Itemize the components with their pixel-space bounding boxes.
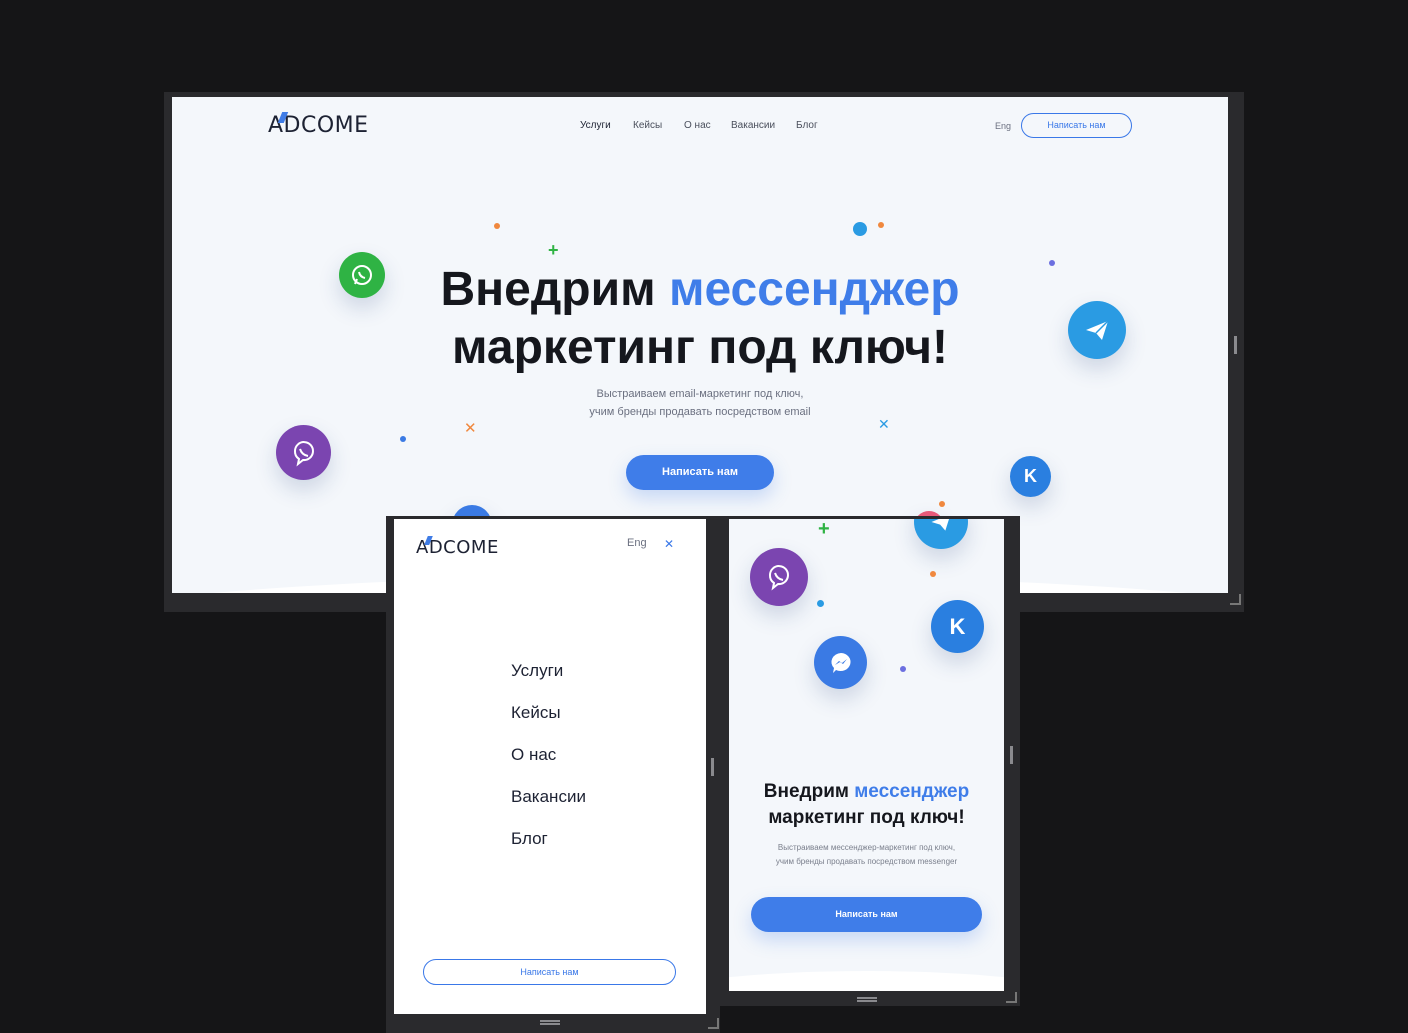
- decor-dot: [900, 666, 906, 672]
- decor-dot: [853, 222, 867, 236]
- mobile-menu-item-vacancies[interactable]: Вакансии: [511, 787, 586, 829]
- nav-item-blog[interactable]: Блог: [796, 120, 818, 131]
- mobile-hero-bottom-grip[interactable]: [857, 997, 877, 999]
- messenger-icon: [814, 636, 867, 689]
- mobile-hero-viewport: K + Внедрим мессенджер маркетинг под клю…: [729, 519, 1004, 991]
- mobile-hero-bottom-curve: [729, 971, 1004, 991]
- desktop-side-grip[interactable]: [1234, 336, 1237, 354]
- mobile-hero-title: Внедрим мессенджер маркетинг под ключ!: [763, 781, 970, 828]
- telegram-icon: [914, 519, 968, 549]
- hero-subtitle: Выстраиваем email-маркетинг под ключ, уч…: [589, 388, 811, 418]
- nav-item-services[interactable]: Услуги: [580, 120, 611, 131]
- mobile-hero-subtitle: Выстраиваем мессенджер-маркетинг под клю…: [775, 843, 958, 866]
- decor-cross: ✕: [878, 416, 890, 432]
- decor-dot: [1049, 260, 1055, 266]
- nav-item-about[interactable]: О нас: [684, 120, 711, 131]
- mobile-menu-contact-button[interactable]: Написать нам: [423, 959, 676, 985]
- mobile-menu-item-blog[interactable]: Блог: [511, 829, 586, 871]
- mobile-lang-switch[interactable]: Eng: [627, 537, 647, 549]
- nav-item-cases[interactable]: Кейсы: [633, 120, 662, 131]
- mobile-logo[interactable]: ADCOME: [416, 536, 499, 558]
- whatsapp-icon: [339, 252, 385, 298]
- desktop-resize-handle[interactable]: [1230, 594, 1241, 605]
- mobile-menu-list: Услуги Кейсы О нас Вакансии Блог: [511, 661, 586, 871]
- vk-icon: K: [931, 600, 984, 653]
- viber-icon: [276, 425, 331, 480]
- decor-cross: ✕: [464, 420, 477, 437]
- mobile-menu-bottom-grip[interactable]: [540, 1020, 560, 1022]
- mobile-hero-side-grip[interactable]: [1010, 746, 1013, 764]
- decor-plus: +: [548, 240, 559, 260]
- decor-dot: [930, 571, 936, 577]
- mobile-hero-contact-button[interactable]: Написать нам: [751, 897, 982, 932]
- mobile-menu-item-about[interactable]: О нас: [511, 745, 586, 787]
- vk-icon: K: [1010, 456, 1051, 497]
- hero-contact-button[interactable]: Написать нам: [626, 455, 774, 490]
- close-icon[interactable]: ✕: [664, 537, 674, 551]
- mobile-menu-side-grip[interactable]: [711, 758, 714, 776]
- telegram-icon: [1068, 301, 1126, 359]
- mobile-menu-item-services[interactable]: Услуги: [511, 661, 586, 703]
- nav-item-vacancies[interactable]: Вакансии: [731, 120, 775, 131]
- lang-switch[interactable]: Eng: [995, 121, 1011, 131]
- decor-dot: [878, 222, 884, 228]
- decor-plus: +: [818, 519, 830, 540]
- mobile-hero-resize-handle[interactable]: [1006, 992, 1017, 1003]
- viber-icon: [750, 548, 808, 606]
- logo[interactable]: ADCOME: [268, 112, 369, 138]
- decor-dot: [817, 600, 824, 607]
- decor-dot: [939, 501, 945, 507]
- decor-dot: [494, 223, 500, 229]
- mobile-menu-item-cases[interactable]: Кейсы: [511, 703, 586, 745]
- mobile-menu-resize-handle[interactable]: [708, 1018, 719, 1029]
- decor-dot: [400, 436, 406, 442]
- mobile-menu-viewport: ADCOME Eng ✕ Услуги Кейсы О нас Вакансии…: [394, 519, 706, 1014]
- header-contact-button[interactable]: Написать нам: [1021, 113, 1132, 138]
